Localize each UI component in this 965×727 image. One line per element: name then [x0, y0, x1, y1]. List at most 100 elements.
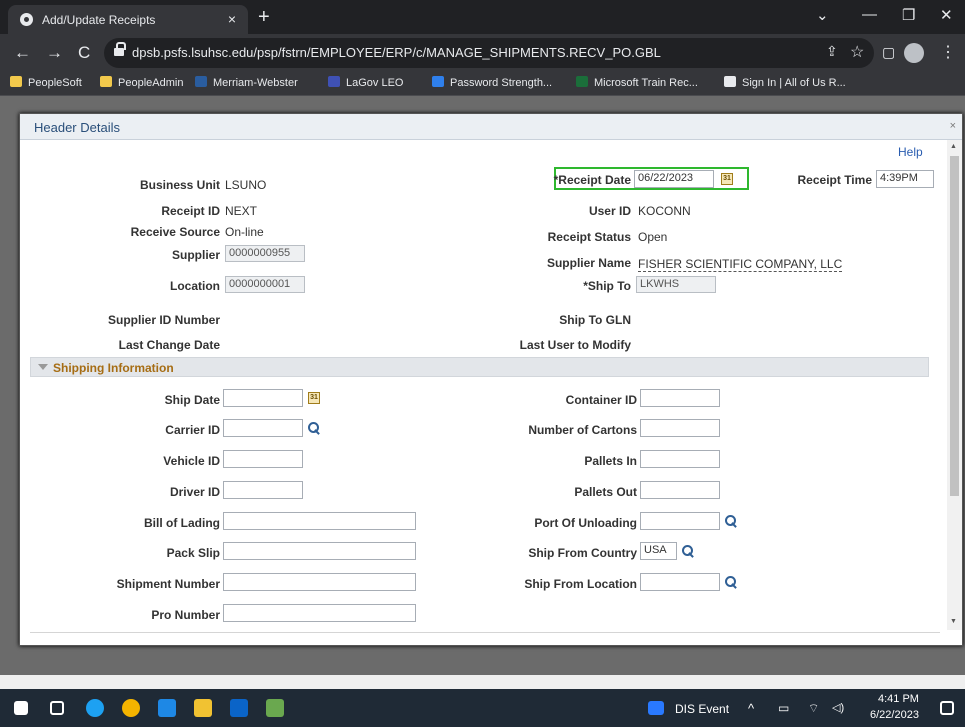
- driver-id-input[interactable]: [223, 481, 303, 499]
- scrollbar-thumb[interactable]: [950, 156, 959, 496]
- minimize-button[interactable]: —: [862, 6, 877, 23]
- shipping-information-section[interactable]: Shipping Information: [30, 357, 929, 377]
- supplier-field: 0000000955: [225, 245, 305, 262]
- bill-of-lading-input[interactable]: [223, 512, 416, 530]
- port-of-unloading-input[interactable]: [640, 512, 720, 530]
- business-unit-label: Business Unit: [139, 178, 220, 192]
- bookmark-password-strength[interactable]: Password Strength...: [432, 76, 552, 89]
- receipt-id-label: Receipt ID: [161, 204, 220, 218]
- receipt-date-input[interactable]: 06/22/2023: [634, 170, 714, 188]
- ship-from-country-input[interactable]: USA: [640, 542, 677, 560]
- help-link[interactable]: Help: [898, 145, 923, 159]
- ship-from-location-lookup-icon[interactable]: [725, 576, 737, 588]
- page-horizontal-scrollbar[interactable]: [0, 675, 965, 689]
- clock-time[interactable]: 4:41 PM: [878, 693, 919, 705]
- receipt-time-input[interactable]: 4:39PM: [876, 170, 934, 188]
- url-bar[interactable]: dpsb.psfs.lsuhsc.edu/psp/fstrn/EMPLOYEE/…: [104, 38, 874, 68]
- share-icon[interactable]: ⇪: [826, 43, 838, 60]
- notifications-icon[interactable]: [940, 701, 954, 715]
- supplier-id-number-label: Supplier ID Number: [107, 313, 220, 327]
- merriam-webster-icon: [195, 76, 207, 87]
- divider: [30, 632, 940, 633]
- close-window-button[interactable]: ✕: [940, 6, 953, 24]
- bookmark-label: LaGov LEO: [346, 77, 404, 89]
- wifi-icon[interactable]: ⌔: [808, 701, 819, 716]
- port-lookup-icon[interactable]: [725, 515, 737, 527]
- file-explorer-icon[interactable]: [194, 699, 212, 717]
- pallets-in-input[interactable]: [640, 450, 720, 468]
- receipt-time-label: Receipt Time: [797, 173, 872, 187]
- tab-search-icon[interactable]: ⌄: [816, 6, 829, 24]
- modal-close-icon[interactable]: ×: [950, 120, 956, 132]
- bookmark-peoplesoft[interactable]: PeopleSoft: [10, 76, 82, 89]
- edge-icon[interactable]: [86, 699, 104, 717]
- back-button[interactable]: ←: [14, 43, 31, 63]
- outlook-icon[interactable]: [230, 699, 248, 717]
- chart-icon: [432, 76, 444, 87]
- volume-icon[interactable]: ◁): [832, 701, 844, 714]
- chrome-icon[interactable]: [122, 699, 140, 717]
- pack-slip-label: Pack Slip: [166, 546, 220, 560]
- url-text[interactable]: dpsb.psfs.lsuhsc.edu/psp/fstrn/EMPLOYEE/…: [132, 45, 661, 60]
- user-id-value: KOCONN: [638, 204, 691, 218]
- ship-date-input[interactable]: [223, 389, 303, 407]
- notification-title[interactable]: DIS Event: [675, 702, 729, 716]
- bookmark-star-icon[interactable]: ☆: [850, 42, 864, 62]
- tab-close-icon[interactable]: ×: [228, 11, 236, 27]
- start-windows-icon[interactable]: [14, 701, 28, 715]
- container-id-input[interactable]: [640, 389, 720, 407]
- section-title: Shipping Information: [53, 361, 174, 375]
- app-shortcut-icon[interactable]: [266, 699, 284, 717]
- supplier-name-value[interactable]: FISHER SCIENTIFIC COMPANY, LLC: [638, 257, 843, 272]
- number-of-cartons-input[interactable]: [640, 419, 720, 437]
- ship-to-label: *Ship To: [583, 279, 631, 293]
- vehicle-id-input[interactable]: [223, 450, 303, 468]
- calendar-event-icon[interactable]: [648, 701, 664, 715]
- tab-title: Add/Update Receipts: [42, 13, 156, 27]
- shipment-number-input[interactable]: [223, 573, 416, 591]
- bookmark-peopleadmin[interactable]: PeopleAdmin: [100, 76, 183, 89]
- tray-chevron-icon[interactable]: ^: [748, 701, 754, 716]
- profile-avatar[interactable]: [904, 43, 924, 63]
- app-icon[interactable]: [158, 699, 176, 717]
- modal-scrollbar[interactable]: ▲ ▼: [947, 140, 962, 630]
- location-label: Location: [170, 279, 220, 293]
- scroll-up-icon[interactable]: ▲: [950, 143, 957, 150]
- lock-icon[interactable]: [114, 42, 126, 56]
- carrier-lookup-icon[interactable]: [308, 422, 320, 434]
- supplier-name-label: Supplier Name: [546, 256, 631, 270]
- pallets-out-input[interactable]: [640, 481, 720, 499]
- new-tab-button[interactable]: +: [258, 6, 270, 29]
- restore-button[interactable]: ❐: [902, 6, 915, 24]
- pack-slip-input[interactable]: [223, 542, 416, 560]
- bill-of-lading-label: Bill of Lading: [144, 516, 220, 530]
- pro-number-input[interactable]: [223, 604, 416, 622]
- country-lookup-icon[interactable]: [682, 545, 694, 557]
- forward-button[interactable]: →: [46, 43, 63, 63]
- side-panel-icon[interactable]: ▢: [882, 44, 895, 61]
- business-unit-value: LSUNO: [225, 178, 267, 192]
- bookmark-all-of-us[interactable]: Sign In | All of Us R...: [724, 76, 846, 89]
- port-of-unloading-label: Port Of Unloading: [534, 516, 637, 530]
- bookmark-lagov-leo[interactable]: LaGov LEO: [328, 76, 403, 89]
- scroll-down-icon[interactable]: ▼: [950, 618, 957, 625]
- calendar-icon[interactable]: 31: [721, 173, 733, 185]
- carrier-id-input[interactable]: [223, 419, 303, 437]
- ship-from-location-input[interactable]: [640, 573, 720, 591]
- reload-button[interactable]: C: [78, 43, 90, 63]
- task-view-icon[interactable]: [50, 701, 64, 715]
- collapse-triangle-icon[interactable]: [38, 364, 48, 370]
- number-of-cartons-label: Number of Cartons: [528, 423, 637, 437]
- bookmark-merriam-webster[interactable]: Merriam-Webster: [195, 76, 298, 89]
- browser-tab[interactable]: Add/Update Receipts ×: [8, 5, 248, 34]
- bookmark-microsoft-train[interactable]: Microsoft Train Rec...: [576, 76, 698, 89]
- battery-icon[interactable]: ▭: [778, 701, 789, 715]
- bookmark-label: Merriam-Webster: [213, 77, 298, 89]
- browser-menu-icon[interactable]: ⋮: [940, 42, 956, 62]
- ship-to-field: LKWHS: [636, 276, 716, 293]
- calendar-icon[interactable]: 31: [308, 392, 320, 404]
- modal-header: Header Details ×: [20, 114, 962, 140]
- ship-date-label: Ship Date: [164, 393, 220, 407]
- site-favicon-icon: [20, 13, 33, 26]
- clock-date[interactable]: 6/22/2023: [870, 709, 919, 721]
